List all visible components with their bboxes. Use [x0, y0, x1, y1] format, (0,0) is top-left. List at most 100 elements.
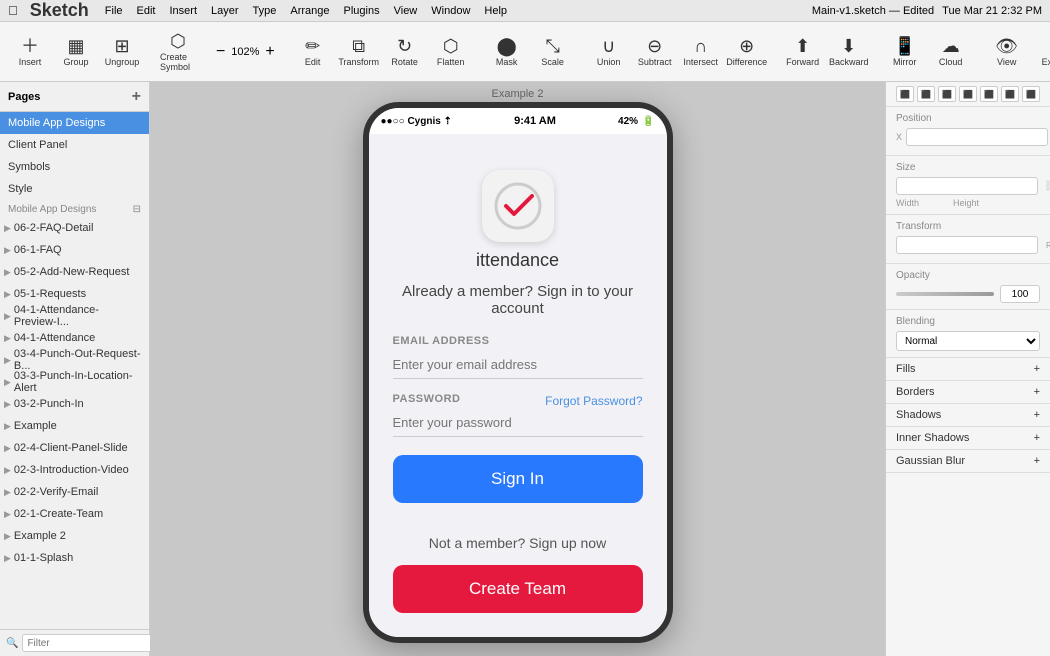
flatten-button[interactable]: ⬡ Flatten [429, 26, 473, 78]
mask-button[interactable]: ⬤ Mask [485, 26, 529, 78]
blending-select[interactable]: Normal [896, 331, 1040, 351]
zoom-in-button[interactable]: + [265, 44, 274, 60]
position-row: X Y [896, 128, 1040, 146]
flatten-icon: ⬡ [443, 37, 459, 55]
align-bottom-button[interactable]: ⬛ [1001, 86, 1019, 102]
align-top-button[interactable]: ⬛ [959, 86, 977, 102]
opacity-label: Opacity [896, 270, 1040, 281]
export-button[interactable]: ⬆ Export [1033, 26, 1050, 78]
sidebar-item-style[interactable]: Style [0, 178, 149, 200]
mask-icon: ⬤ [497, 37, 517, 55]
add-page-button[interactable]: + [132, 89, 141, 105]
distribute-h-button[interactable]: ⬛ [1022, 86, 1040, 102]
inner-shadows-add-icon[interactable]: + [1034, 432, 1040, 444]
layer-02-3[interactable]: ▶02-3-Introduction-Video [0, 459, 149, 481]
layer-06-1[interactable]: ▶06-1-FAQ [0, 239, 149, 261]
zoom-out-button[interactable]: − [216, 44, 225, 60]
inner-shadows-section[interactable]: Inner Shadows + [886, 427, 1050, 450]
shadows-add-icon[interactable]: + [1034, 409, 1040, 421]
menu-file[interactable]: File [105, 5, 123, 17]
cloud-button[interactable]: ☁ Cloud [929, 26, 973, 78]
view-button[interactable]: 👁 View [985, 26, 1029, 78]
fills-add-icon[interactable]: + [1034, 363, 1040, 375]
fills-section[interactable]: Fills + [886, 358, 1050, 381]
status-time: 9:41 AM [514, 115, 556, 127]
layer-04-1-preview[interactable]: ▶04-1-Attendance-Preview-I... [0, 305, 149, 327]
right-panel: ⬛ ⬛ ⬛ ⬛ ⬛ ⬛ ⬛ Position X Y Size ⛓ [885, 82, 1050, 656]
transform-button[interactable]: ⧉ Transform [337, 26, 381, 78]
insert-button[interactable]: ＋ Insert [8, 26, 52, 78]
union-button[interactable]: ∪ Union [587, 26, 631, 78]
scale-button[interactable]: ⤡ Scale [531, 26, 575, 78]
arrow-icon: ▶ [4, 289, 11, 300]
opacity-slider[interactable] [896, 292, 994, 296]
layer-example[interactable]: ▶Example [0, 415, 149, 437]
layer-05-2[interactable]: ▶05-2-Add-New-Request [0, 261, 149, 283]
menu-arrange[interactable]: Arrange [290, 5, 329, 17]
rotate-button[interactable]: ↻ Rotate [383, 26, 427, 78]
link-icon[interactable]: ⛓ [1044, 181, 1050, 192]
section-collapse-icon[interactable]: ⊟ [133, 204, 141, 215]
layer-03-3[interactable]: ▶03-3-Punch-In-Location-Alert [0, 371, 149, 393]
x-input[interactable] [906, 128, 1048, 146]
forward-button[interactable]: ⬆ Forward [781, 26, 825, 78]
borders-section[interactable]: Borders + [886, 381, 1050, 404]
align-center-v-button[interactable]: ⬛ [980, 86, 998, 102]
menu-edit[interactable]: Edit [137, 5, 156, 17]
ungroup-button[interactable]: ⊞ Ungroup [100, 26, 144, 78]
mirror-button[interactable]: 📱 Mirror [883, 26, 927, 78]
align-center-h-button[interactable]: ⬛ [917, 86, 935, 102]
layer-04-1[interactable]: ▶04-1-Attendance [0, 327, 149, 349]
forgot-password-link[interactable]: Forgot Password? [545, 394, 642, 408]
width-sub-label: Width [896, 198, 919, 208]
menu-view[interactable]: View [394, 5, 418, 17]
x-label: X [896, 132, 902, 142]
width-input[interactable] [896, 177, 1038, 195]
opacity-input[interactable] [1000, 285, 1040, 303]
borders-add-icon[interactable]: + [1034, 386, 1040, 398]
position-section: Position X Y [886, 107, 1050, 156]
align-right-button[interactable]: ⬛ [938, 86, 956, 102]
pages-header: Pages + [0, 82, 149, 112]
menu-plugins[interactable]: Plugins [344, 5, 380, 17]
transform-section: Transform Rotate Flip [886, 215, 1050, 264]
layer-01-1[interactable]: ▶01-1-Splash [0, 547, 149, 569]
gaussian-blur-section[interactable]: Gaussian Blur + [886, 450, 1050, 473]
zoom-value[interactable]: 102% [227, 46, 263, 58]
layer-03-4[interactable]: ▶03-4-Punch-Out-Request-B... [0, 349, 149, 371]
sidebar-item-client-panel[interactable]: Client Panel [0, 134, 149, 156]
layer-06-2[interactable]: ▶06-2-FAQ-Detail [0, 217, 149, 239]
layer-03-2[interactable]: ▶03-2-Punch-In [0, 393, 149, 415]
gaussian-blur-add-icon[interactable]: + [1034, 455, 1040, 467]
menu-help[interactable]: Help [484, 5, 507, 17]
layer-example-2[interactable]: ▶Example 2 [0, 525, 149, 547]
layer-05-1[interactable]: ▶05-1-Requests [0, 283, 149, 305]
create-team-button[interactable]: Create Team [393, 565, 643, 613]
shadows-section[interactable]: Shadows + [886, 404, 1050, 427]
intersect-button[interactable]: ∩ Intersect [679, 26, 723, 78]
menu-type[interactable]: Type [253, 5, 277, 17]
sidebar-item-symbols[interactable]: Symbols [0, 156, 149, 178]
difference-button[interactable]: ⊕ Difference [725, 26, 769, 78]
backward-button[interactable]: ⬇ Backward [827, 26, 871, 78]
email-input[interactable] [393, 351, 643, 379]
rotate-input[interactable] [896, 236, 1038, 254]
layer-02-4[interactable]: ▶02-4-Client-Panel-Slide [0, 437, 149, 459]
pages-label: Pages [8, 91, 40, 103]
canvas-area[interactable]: Example 2 ●●○○ Cygnis ⇡ 9:41 AM 42% 🔋 [150, 82, 885, 656]
layer-02-1[interactable]: ▶02-1-Create-Team [0, 503, 149, 525]
password-input[interactable] [393, 409, 643, 437]
signin-button[interactable]: Sign In [393, 455, 643, 503]
subtract-button[interactable]: ⊖ Subtract [633, 26, 677, 78]
group-icon: ▦ [67, 37, 84, 55]
menu-layer[interactable]: Layer [211, 5, 239, 17]
menu-window[interactable]: Window [431, 5, 470, 17]
create-symbol-button[interactable]: ⬡ Create Symbol [156, 26, 200, 78]
group-button[interactable]: ▦ Group [54, 26, 98, 78]
menu-insert[interactable]: Insert [169, 5, 197, 17]
layer-02-2[interactable]: ▶02-2-Verify-Email [0, 481, 149, 503]
filter-input[interactable] [22, 634, 164, 652]
sidebar-item-mobile-app-designs[interactable]: Mobile App Designs [0, 112, 149, 134]
edit-button[interactable]: ✏ Edit [291, 26, 335, 78]
align-left-button[interactable]: ⬛ [896, 86, 914, 102]
